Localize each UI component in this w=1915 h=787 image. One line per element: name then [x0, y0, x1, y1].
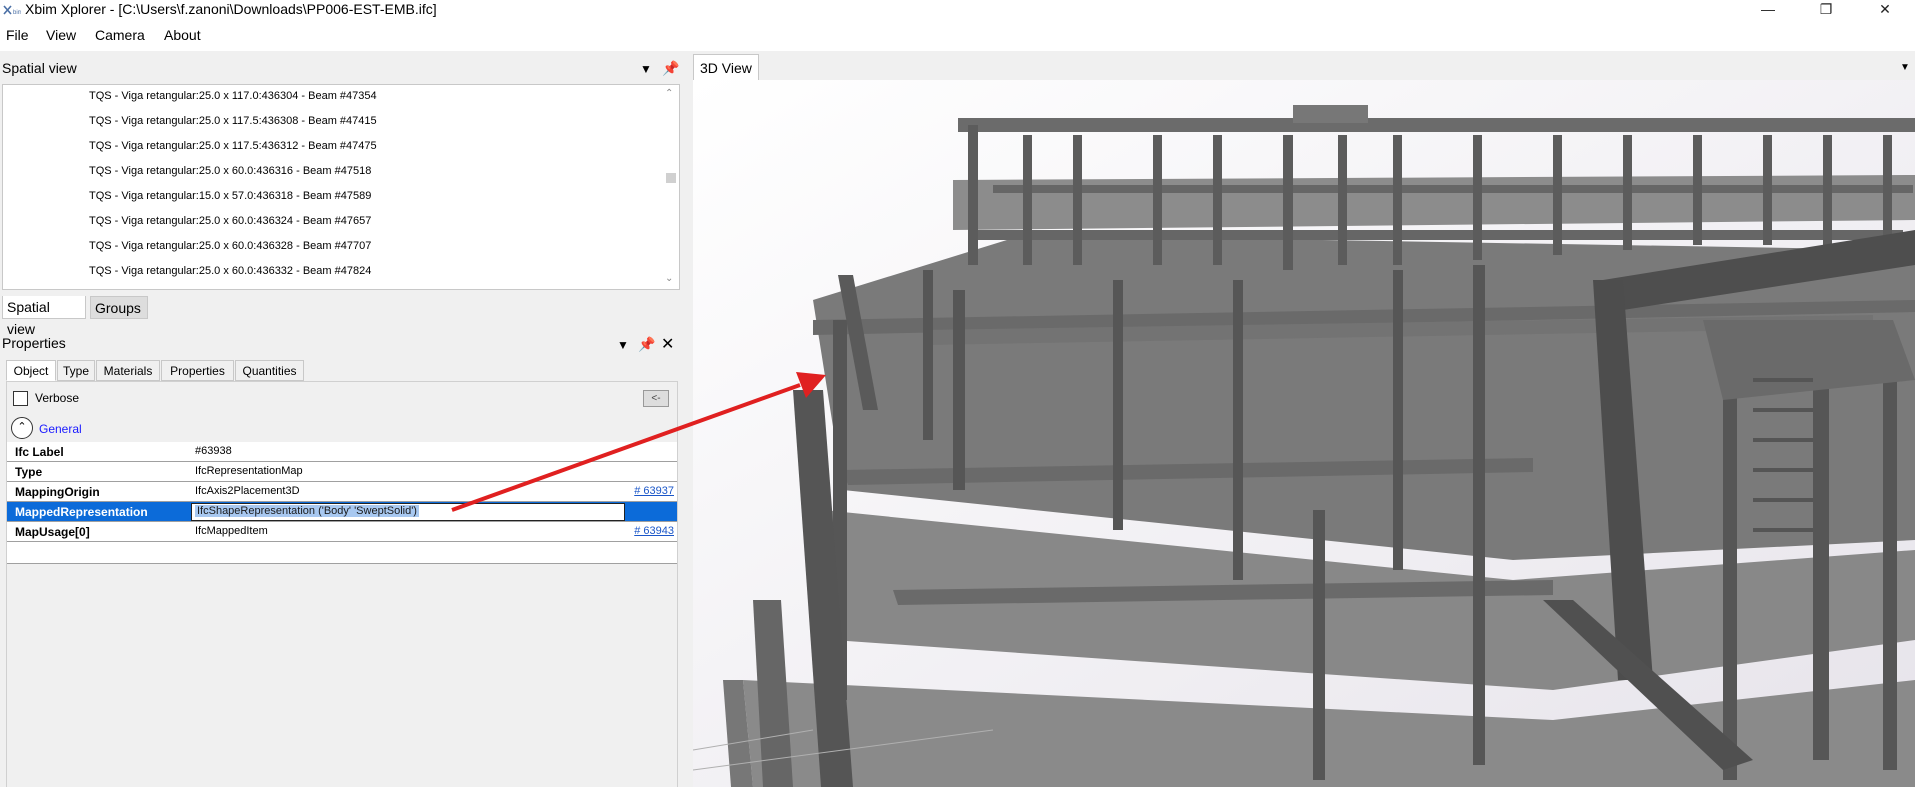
property-name: Ifc Label — [15, 445, 64, 459]
spatial-view-title: Spatial view — [2, 60, 77, 76]
entity-link[interactable]: # 63937 — [634, 485, 674, 497]
property-value: IfcShapeRepresentation ('Body' 'SweptSol… — [195, 505, 419, 517]
property-value: IfcMappedItem — [195, 525, 268, 537]
property-name: MapUsage[0] — [15, 525, 90, 539]
menu-file[interactable]: File — [6, 27, 29, 43]
pane-dropdown-icon[interactable]: ▼ — [640, 62, 652, 76]
tree-item[interactable]: TQS - Viga retangular:25.0 x 117.0:43630… — [89, 90, 377, 102]
tree-item[interactable]: TQS - Viga retangular:25.0 x 60.0:436332… — [89, 265, 371, 277]
minimize-icon[interactable]: — — [1745, 0, 1791, 20]
property-row[interactable]: Ifc Label #63938 — [7, 442, 677, 462]
property-name: Type — [15, 465, 43, 479]
property-value: IfcRepresentationMap — [195, 465, 303, 477]
verbose-label: Verbose — [35, 391, 80, 405]
scroll-down-icon[interactable]: ⌄ — [665, 273, 673, 284]
pane-splitter[interactable] — [683, 52, 693, 787]
tab-object[interactable]: Object — [6, 360, 56, 381]
view-menu-icon[interactable]: ▼ — [1900, 62, 1910, 73]
property-row[interactable]: Type IfcRepresentationMap — [7, 462, 677, 482]
tab-3d-view[interactable]: 3D View — [693, 54, 759, 81]
spatial-tree[interactable]: TQS - Viga retangular:25.0 x 117.0:43630… — [2, 84, 680, 290]
property-row[interactable]: MapUsage[0] IfcMappedItem # 63943 — [7, 522, 677, 542]
menu-camera[interactable]: Camera — [95, 27, 145, 43]
tab-groups[interactable]: Groups — [90, 296, 148, 319]
entity-link[interactable]: # 63943 — [634, 525, 674, 537]
xbim-logo-icon: bim — [3, 5, 21, 16]
tree-item[interactable]: TQS - Viga retangular:25.0 x 60.0:436328… — [89, 240, 371, 252]
scroll-up-icon[interactable]: ⌃ — [665, 88, 673, 99]
restore-icon[interactable]: ❐ — [1803, 0, 1849, 20]
property-row-selected[interactable]: MappedRepresentation IfcShapeRepresentat… — [7, 502, 677, 522]
pane-dropdown-icon[interactable]: ▼ — [617, 338, 629, 352]
property-value: IfcAxis2Placement3D — [195, 485, 300, 497]
properties-title: Properties — [2, 335, 66, 351]
pin-icon[interactable]: 📌 — [662, 60, 679, 77]
properties-panel: Verbose <- ⌃ General Ifc Label #63938 Ty… — [6, 381, 678, 787]
tab-spatial-view[interactable]: Spatial view — [2, 296, 86, 337]
verbose-checkbox[interactable] — [13, 391, 28, 406]
tab-properties[interactable]: Properties — [161, 360, 234, 381]
tree-item[interactable]: TQS - Viga retangular:25.0 x 117.5:43630… — [89, 115, 377, 127]
tab-quantities[interactable]: Quantities — [235, 360, 304, 381]
property-name: MappingOrigin — [15, 485, 100, 499]
tree-item[interactable]: TQS - Viga retangular:25.0 x 60.0:436316… — [89, 165, 371, 177]
property-value-editor[interactable]: IfcShapeRepresentation ('Body' 'SweptSol… — [191, 503, 625, 521]
tab-materials[interactable]: Materials — [96, 360, 160, 381]
menu-view[interactable]: View — [46, 27, 76, 43]
back-button[interactable]: <- — [643, 390, 669, 407]
vertical-scrollbar[interactable]: ⌃ ⌄ — [662, 85, 679, 289]
tree-item[interactable]: TQS - Viga retangular:25.0 x 60.0:436324… — [89, 215, 371, 227]
title-bar: bim Xbim Xplorer - [C:\Users\f.zanoni\Do… — [0, 0, 1915, 20]
pin-icon[interactable]: 📌 — [638, 336, 655, 353]
tab-type[interactable]: Type — [57, 360, 95, 381]
svg-text:bim: bim — [13, 10, 21, 16]
3d-viewport[interactable] — [693, 80, 1915, 787]
close-pane-icon[interactable]: ✕ — [661, 334, 674, 354]
property-row[interactable]: MappingOrigin IfcAxis2Placement3D # 6393… — [7, 482, 677, 502]
menu-about[interactable]: About — [164, 27, 201, 43]
scroll-thumb[interactable] — [666, 173, 676, 183]
close-icon[interactable]: ✕ — [1862, 0, 1908, 20]
menu-bar: File View Camera About — [0, 20, 1915, 52]
collapse-group-icon[interactable]: ⌃ — [11, 417, 33, 439]
tree-item[interactable]: TQS - Viga retangular:25.0 x 117.5:43631… — [89, 140, 377, 152]
property-value: #63938 — [195, 445, 232, 457]
property-row-empty — [7, 542, 677, 564]
window-title: Xbim Xplorer - [C:\Users\f.zanoni\Downlo… — [25, 1, 437, 17]
building-model[interactable] — [693, 80, 1915, 787]
group-general-label: General — [39, 422, 82, 436]
property-name: MappedRepresentation — [15, 505, 148, 519]
tree-item[interactable]: TQS - Viga retangular:15.0 x 57.0:436318… — [89, 190, 371, 202]
